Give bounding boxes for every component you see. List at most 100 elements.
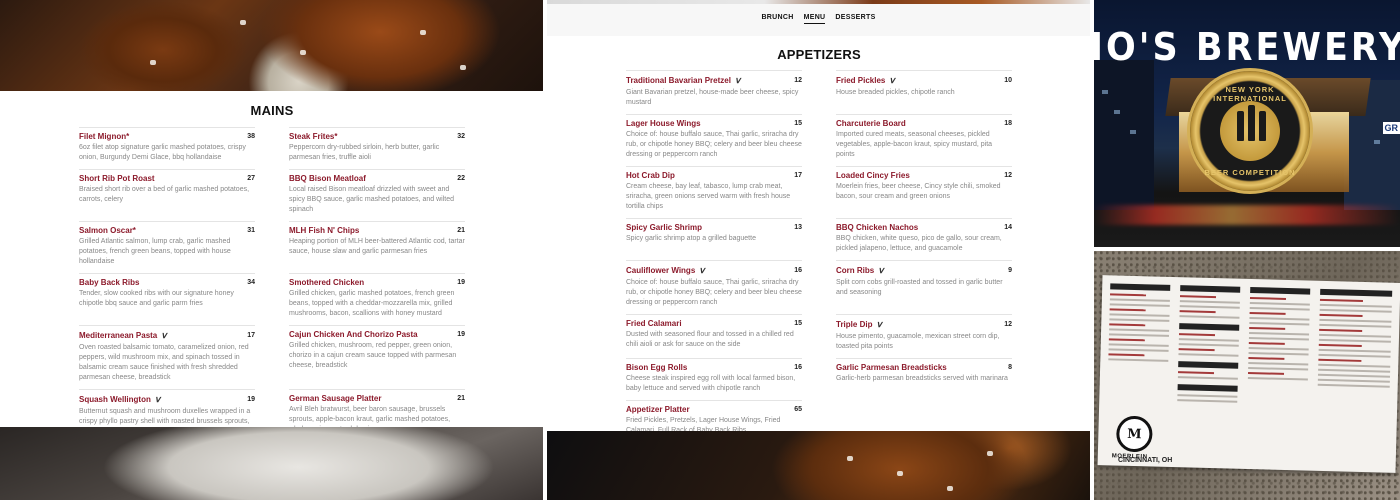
menu-item: Fried Pickles ⅴ 10 House breaded pickles, c… [836,70,1012,114]
section-title: APPETIZERS [777,47,861,62]
menu-item-price: 14 [1004,224,1012,231]
menu-tabs: BRUNCH MENU DESSERTS [547,14,1090,24]
menu-item-name: Fried Pickles ⅴ [836,75,895,85]
menu-item-price: 9 [1008,267,1012,274]
menu-item-description: Imported cured meats, seasonal cheeses, … [836,131,993,158]
vegan-v-icon: ⅴ [154,394,161,404]
menu-item-name: Cauliflower Wings ⅴ [626,265,705,275]
competition-medal-logo: NEW YORK INTERNATIONAL BEER COMPETITION [1187,68,1313,194]
menu-item: Fried Calamari 15 Dusted with seasoned flo… [626,314,802,358]
menu-item-description: Oven roasted balsamic tomato, caramelize… [79,344,249,381]
menu-item-price: 10 [1004,77,1012,84]
menu-item-price: 19 [457,331,465,338]
menu-item-name: Corn Ribs ⅴ [836,265,884,275]
menu-item-name: Fried Calamari [626,319,682,328]
menu-item: Smothered Chicken 19 Grilled chicken, garl… [289,273,465,325]
menu-item-price: 17 [794,172,802,179]
header-photo-strip [547,0,1090,4]
vegan-v-icon: ⅴ [878,265,884,275]
menu-item-name: BBQ Bison Meatloaf [289,174,366,183]
menu-item: Charcuterie Board 18 Imported cured meats,… [836,114,1012,166]
menu-item-name: Smothered Chicken [289,278,365,287]
menu-item-name: Squash Wellington ⅴ [79,394,161,404]
menu-item-description: Grilled chicken, garlic mashed potatoes,… [289,290,455,317]
menu-item-description: Giant Bavarian pretzel, house-made beer … [626,89,799,106]
sign-fragment: GR [1382,122,1400,134]
pretzel-photo [0,0,543,91]
brewery-award-photo: GR IO'S BREWERY OF THE YEA NEW YORK INTE… [1094,0,1400,247]
menu-item-description: House breaded pickles, chipotle ranch [836,89,955,96]
menu-item-name: BBQ Chicken Nachos [836,223,919,232]
menu-item-price: 15 [794,320,802,327]
menu-item: MLH Fish N' Chips 21 Heaping portion of ML… [289,221,465,273]
menu-item-description: Choice of: house buffalo sauce, Thai gar… [626,279,802,306]
menu-item-description: Braised short rib over a bed of garlic m… [79,186,250,203]
menu-item-price: 31 [247,227,255,234]
menu-item-description: Dusted with seasoned flour and tossed in… [626,331,794,348]
mains-menu-panel: MAINS Filet Mignon* 38 6oz filet atop sign… [0,0,543,500]
menu-item-price: 12 [1004,172,1012,179]
menu-item-description: Choice of: house buffalo sauce, Thai gar… [626,131,802,158]
menu-item-price: 32 [457,133,465,140]
vegan-v-icon: ⅴ [876,319,882,329]
menu-item-name: Spicy Garlic Shrimp [626,223,703,232]
menu-item-description: 6oz filet atop signature garlic mashed p… [79,144,246,161]
menu-item-price: 17 [247,332,255,339]
menu-item-description: BBQ chicken, white queso, pico de gallo,… [836,235,1002,252]
menu-item: Short Rib Pot Roast 27 Braised short rib o… [79,169,255,221]
menu-item-description: Split corn cobs grill-roasted and tossed… [836,279,1003,296]
menu-item: BBQ Bison Meatloaf 22 Local raised Bison m… [289,169,465,221]
menu-item: Steak Frites* 32 Peppercorn dry-rubbed sir… [289,127,465,169]
vegan-v-icon: ⅴ [161,330,167,340]
menu-item: Mediterranean Pasta ⅴ 17 Oven roasted balsa… [79,325,255,389]
menu-item-name: German Sausage Platter [289,394,382,403]
menu-item: Cauliflower Wings ⅴ 16 Choice of: house buf… [626,260,802,314]
vegan-v-icon: ⅴ [699,265,705,275]
menu-item-description: Spicy garlic shrimp atop a grilled bague… [626,235,756,242]
menu-item-name: Filet Mignon* [79,132,130,141]
menu-item-name: Baby Back Ribs [79,278,140,287]
mains-menu-list: Filet Mignon* 38 6oz filet atop signature … [79,127,465,443]
menu-item: Lager House Wings 15 Choice of: house buff… [626,114,802,166]
menu-item-description: Grilled chicken, mushroom, red pepper, g… [289,342,457,369]
menu-item: Garlic Parmesan Breadsticks 8 Garlic-herb … [836,358,1012,400]
menu-item-name: Garlic Parmesan Breadsticks [836,363,947,372]
menu-item: Salmon Oscar* 31 Grilled Atlantic salmon, … [79,221,255,273]
menu-item-name: MLH Fish N' Chips [289,226,360,235]
plate-photo [0,427,543,500]
tab-brunch[interactable]: BRUNCH [761,14,793,24]
menu-item-description: Garlic-herb parmesan breadsticks served … [836,375,1008,382]
section-title: MAINS [250,103,294,118]
menu-item-price: 21 [457,227,465,234]
menu-item: Hot Crab Dip 17 Cream cheese, bay leaf, ta… [626,166,802,218]
menu-item: Traditional Bavarian Pretzel ⅴ 12 Giant Bav… [626,70,802,114]
menu-item: Filet Mignon* 38 6oz filet atop signature … [79,127,255,169]
menu-item-name: Charcuterie Board [836,119,906,128]
menu-item-description: Local raised Bison meatloaf drizzled wit… [289,186,454,213]
menu-item-name: Short Rib Pot Roast [79,174,155,183]
menu-item-description: Peppercorn dry-rubbed sirloin, herb butt… [289,144,440,161]
menu-item-name: Loaded Cincy Fries [836,171,910,180]
menu-item-name: Triple Dip ⅴ [836,319,882,329]
menu-item-price: 13 [794,224,802,231]
menu-item-price: 22 [457,175,465,182]
appetizers-menu-list: Traditional Bavarian Pretzel ⅴ 12 Giant Bav… [626,70,1012,442]
menu-item-name: Steak Frites* [289,132,338,141]
tab-desserts[interactable]: DESSERTS [835,14,875,24]
menu-item-description: House pimento, guacamole, mexican street… [836,333,1000,350]
menu-item-name: Cajun Chicken And Chorizo Pasta [289,330,418,339]
tab-menu[interactable]: MENU [803,14,826,24]
menu-item-name: Lager House Wings [626,119,701,128]
menu-item: BBQ Chicken Nachos 14 BBQ chicken, white q… [836,218,1012,260]
vegan-v-icon: ⅴ [889,75,895,85]
menu-item-price: 19 [247,396,255,403]
menu-item-price: 19 [457,279,465,286]
menu-item-price: 16 [794,267,802,274]
menu-item-name: Traditional Bavarian Pretzel ⅴ [626,75,741,85]
vegan-v-icon: ⅴ [734,75,741,85]
menu-item: Bison Egg Rolls 16 Cheese steak inspired e… [626,358,802,400]
menu-item-description: Moerlein fries, beer cheese, Cincy style… [836,183,1001,200]
menu-item: Triple Dip ⅴ 12 House pimento, guacamole, m… [836,314,1012,358]
menu-item-price: 18 [1004,120,1012,127]
menu-item-price: 21 [457,395,465,402]
